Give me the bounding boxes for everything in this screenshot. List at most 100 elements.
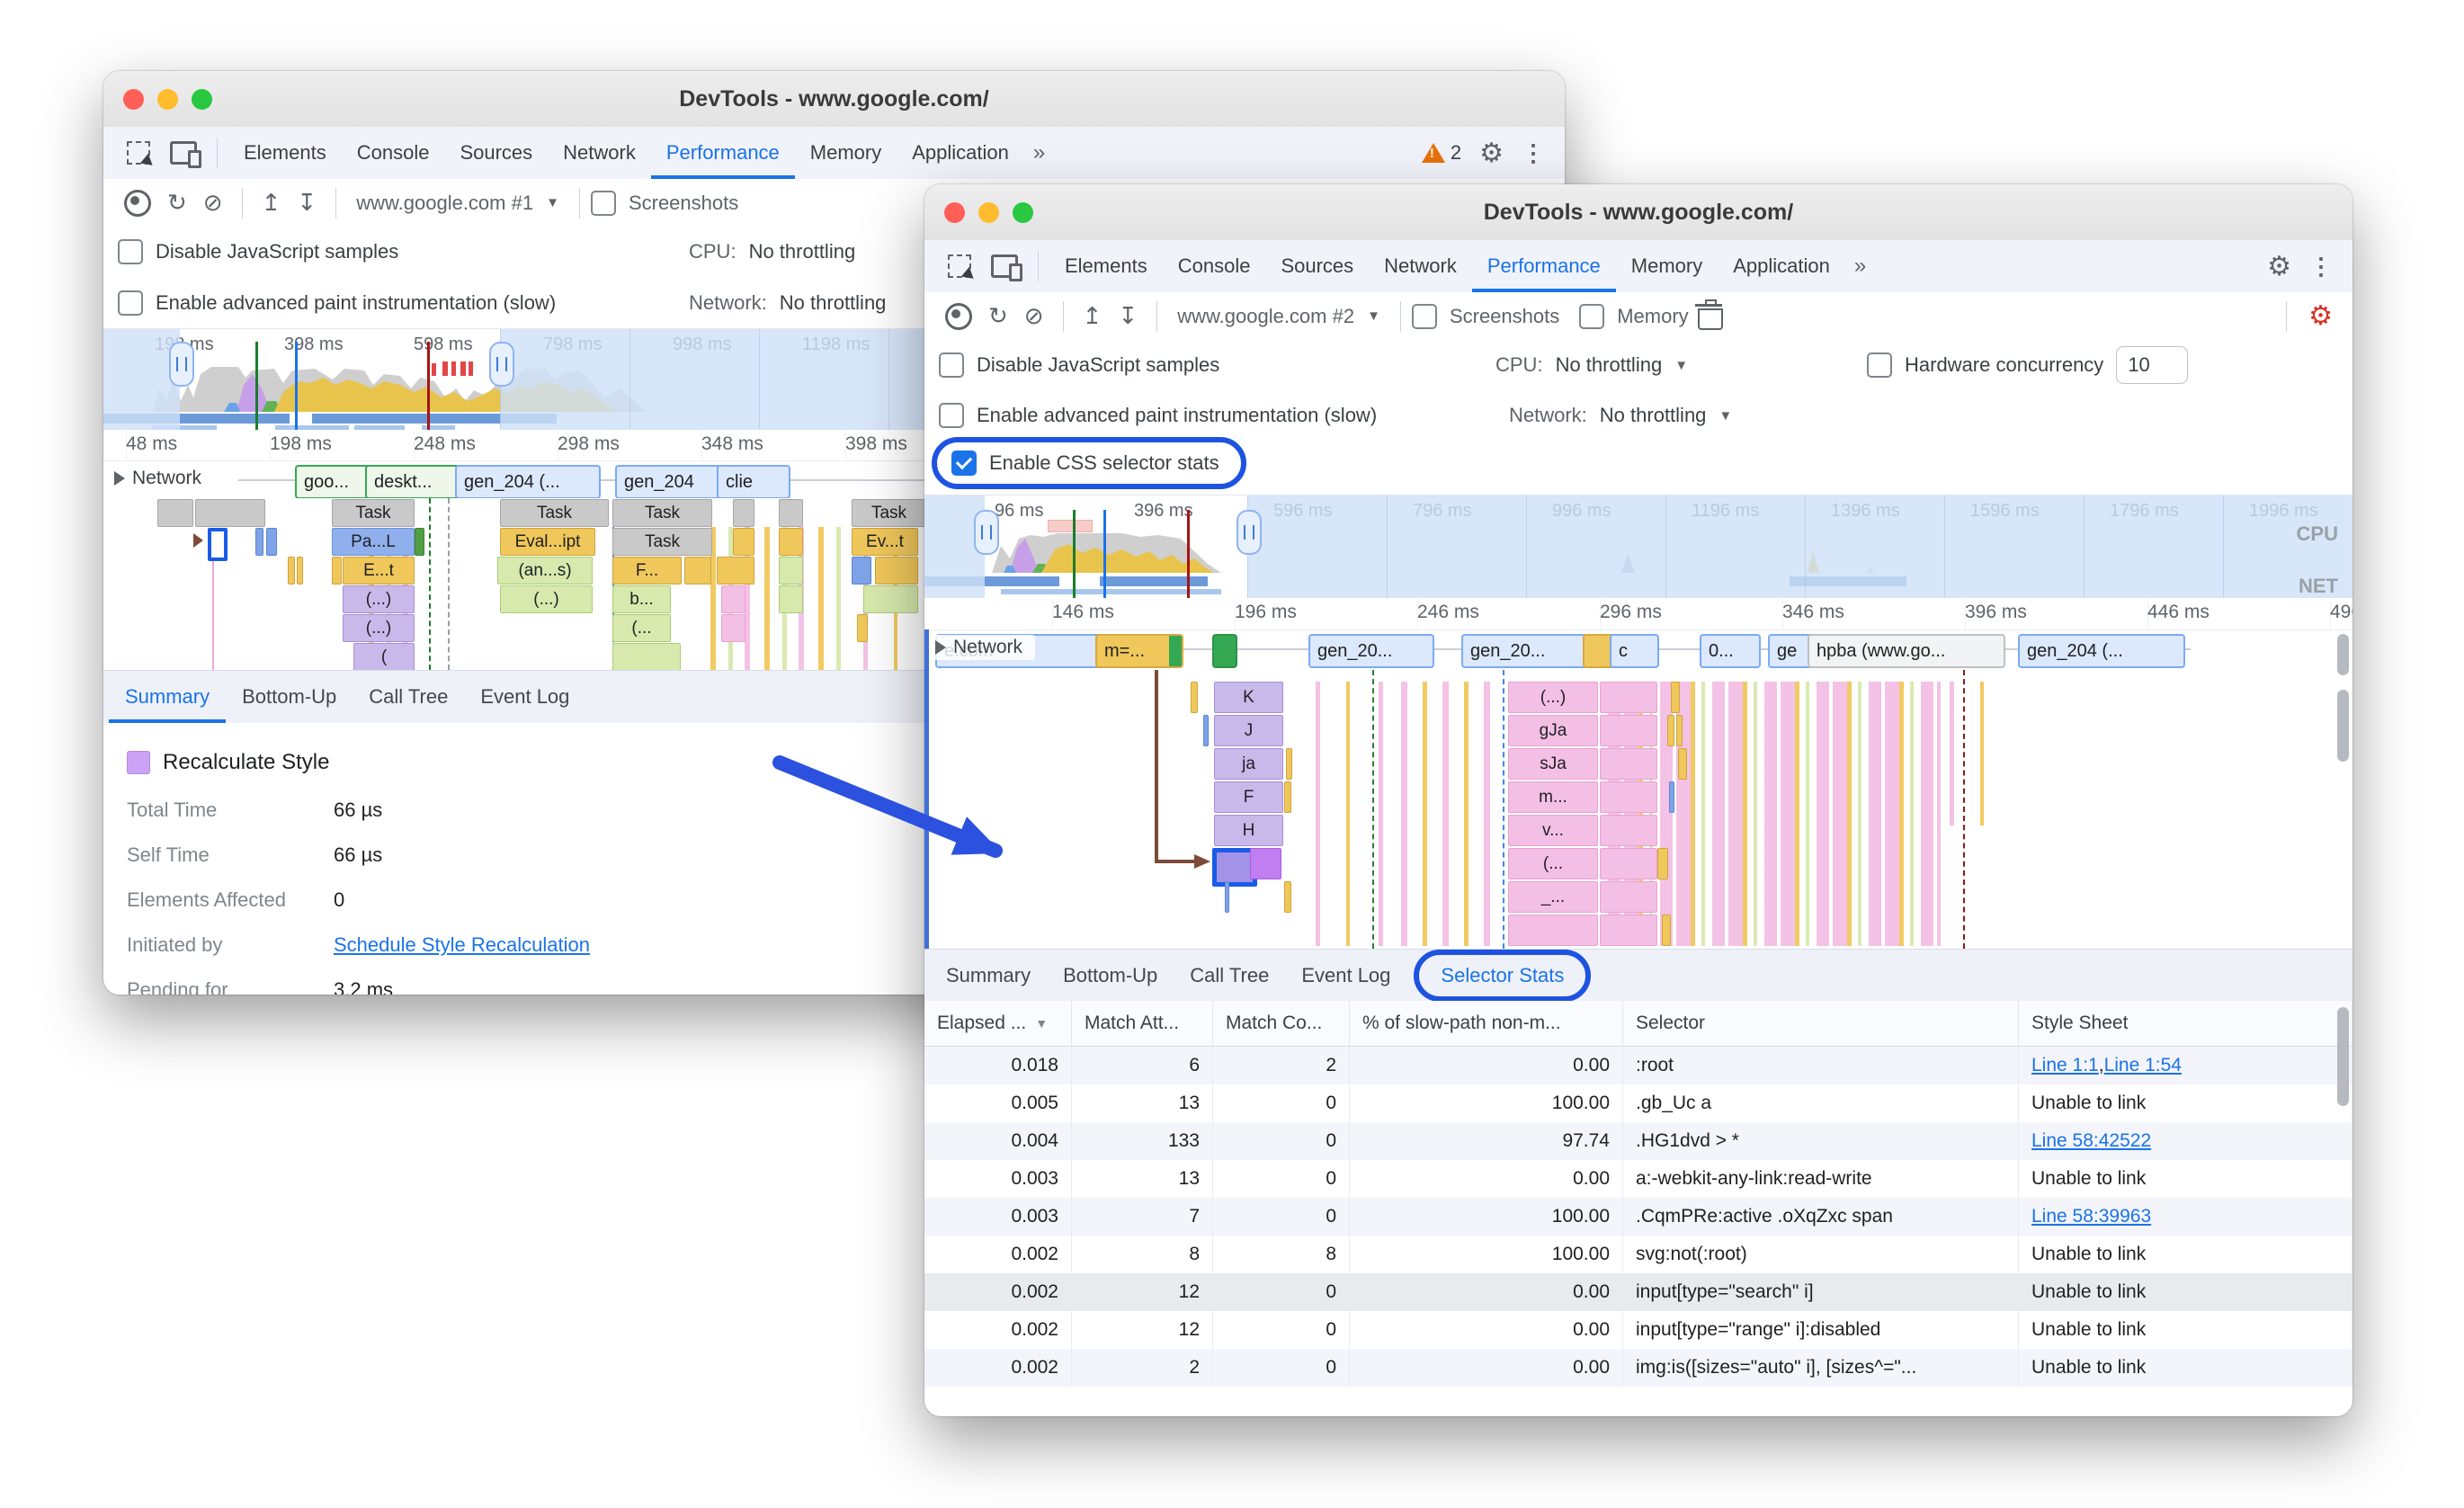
flame-event[interactable]	[1600, 748, 1657, 780]
table-scrollbar-thumb[interactable]	[2337, 1007, 2349, 1106]
column-header-1[interactable]: Elapsed ... ▼	[924, 1001, 1072, 1046]
column-header-4[interactable]: % of slow-path non-m...	[1350, 1001, 1623, 1046]
disable-js-checkbox[interactable]	[939, 352, 964, 378]
disable-js-group[interactable]: Disable JavaScript samples	[939, 352, 1219, 378]
flame-event-task[interactable]: Task	[500, 499, 609, 527]
flame-event[interactable]	[1657, 848, 1668, 879]
network-request-chip[interactable]: gen_204	[615, 465, 721, 499]
flame-event-evalipt[interactable]: Eval...ipt	[500, 528, 595, 556]
memory-checkbox-group[interactable]: Memory	[1579, 303, 1689, 329]
stylesheet-link[interactable]: Line 58:42522	[2031, 1130, 2151, 1152]
flame-event-evt[interactable]: Ev...t	[852, 528, 918, 556]
paint-instrumentation-group[interactable]: Enable advanced paint instrumentation (s…	[118, 290, 556, 316]
paint-instrumentation-checkbox[interactable]	[939, 403, 964, 428]
flame-event[interactable]	[684, 557, 711, 584]
network-request-chip[interactable]: gen_20...	[1461, 634, 1587, 668]
flame-event[interactable]	[1669, 781, 1674, 813]
network-throttle-select[interactable]: Network: No throttling ▼	[1509, 404, 1732, 427]
flame-event[interactable]	[852, 557, 871, 584]
device-toolbar-icon[interactable]	[168, 138, 201, 168]
more-tabs-icon[interactable]: »	[1845, 254, 1873, 279]
inspect-icon[interactable]	[944, 251, 975, 281]
hardware-concurrency-checkbox[interactable]	[1867, 352, 1892, 378]
issues-badge[interactable]: 2	[1415, 141, 1469, 165]
flame-event-pal[interactable]: Pa...L	[332, 528, 415, 556]
flame-event-sja[interactable]: sJa	[1508, 748, 1598, 780]
flame-event[interactable]	[332, 557, 342, 584]
flame-event-f[interactable]: F...	[612, 557, 682, 584]
tab-performance[interactable]: Performance	[1472, 240, 1616, 292]
flame-event[interactable]	[1662, 915, 1671, 946]
flame-event[interactable]	[733, 528, 754, 556]
network-request-chip[interactable]: gen_204 (...	[455, 465, 601, 499]
bottom-tab-summary[interactable]: Summary	[109, 671, 226, 723]
flame-event[interactable]	[255, 528, 263, 556]
bottom-tab-bottom-up[interactable]: Bottom-Up	[1047, 950, 1174, 1002]
flame-event-b[interactable]: b...	[612, 585, 671, 613]
tab-console[interactable]: Console	[1163, 240, 1266, 292]
flame-event[interactable]	[1600, 715, 1657, 746]
collect-garbage-icon[interactable]	[1694, 299, 1723, 330]
flame-event[interactable]	[157, 499, 193, 527]
table-row[interactable]: 0.002 12 0 0.00 input[type="range" i]:disabl…	[924, 1311, 2352, 1349]
network-track-label[interactable]: Network	[932, 635, 1036, 660]
network-request-chip[interactable]: c	[1610, 634, 1659, 668]
screenshots-checkbox[interactable]	[1411, 303, 1437, 329]
flame-event[interactable]	[875, 557, 918, 584]
stylesheet-link[interactable]: Line 58:39963	[2031, 1206, 2151, 1227]
table-row[interactable]: 0.002 8 8 100.00 svg:not(:root) Unable to lin…	[924, 1236, 2352, 1273]
flame-event-task[interactable]: Task	[612, 499, 712, 527]
device-toolbar-icon[interactable]	[989, 251, 1022, 281]
download-profile-icon[interactable]: ↧	[1118, 302, 1138, 330]
network-request-chip[interactable]: gen_204 (...	[2018, 634, 2185, 668]
network-request-chip[interactable]: gen_20...	[1308, 634, 1434, 668]
clear-button[interactable]: ⊘	[1024, 302, 1044, 330]
table-row[interactable]: 0.005 13 0 100.00 .gb_Uc a Unable to link	[924, 1084, 2352, 1122]
flame-event[interactable]	[857, 614, 868, 642]
bottom-tab-event-log[interactable]: Event Log	[464, 671, 585, 723]
flame-event-ans[interactable]: (an...s)	[497, 557, 593, 584]
table-row[interactable]: 0.002 2 0 0.00 img:is([sizes="auto" i], [siz…	[924, 1349, 2352, 1387]
selection-handle-left[interactable]	[169, 342, 194, 387]
hardware-concurrency-input[interactable]: 10	[2116, 346, 2189, 384]
network-request-chip[interactable]	[1212, 634, 1237, 668]
paint-instrumentation-group[interactable]: Enable advanced paint instrumentation (s…	[939, 403, 1377, 428]
column-header-5[interactable]: Selector	[1623, 1001, 2019, 1046]
selection-handle-left[interactable]	[974, 510, 999, 555]
flame-event-et[interactable]: E...t	[343, 557, 415, 584]
screenshots-checkbox[interactable]	[590, 190, 616, 216]
flame-event[interactable]	[721, 614, 745, 642]
flame-event[interactable]	[1676, 715, 1683, 746]
flame-event[interactable]	[297, 557, 303, 584]
screenshots-checkbox-group[interactable]: Screenshots	[1411, 303, 1559, 329]
flame-event[interactable]	[1600, 881, 1657, 913]
flame-event[interactable]	[288, 557, 295, 584]
settings-gear-icon[interactable]: ⚙	[1472, 138, 1511, 169]
flame-event[interactable]	[415, 528, 424, 556]
bottom-tab-event-log[interactable]: Event Log	[1285, 950, 1406, 1002]
hardware-concurrency-group[interactable]: Hardware concurrency 10	[1867, 346, 2189, 384]
flame-event[interactable]	[1600, 915, 1657, 946]
column-header-3[interactable]: Match Co...	[1213, 1001, 1350, 1046]
flame-event[interactable]	[779, 557, 803, 584]
flame-event[interactable]	[1667, 715, 1674, 746]
flame-event-task[interactable]: Task	[852, 499, 926, 527]
tab-application[interactable]: Application	[1718, 240, 1845, 292]
bottom-tab-selector-stats[interactable]: Selector Stats	[1414, 950, 1592, 1002]
upload-profile-icon[interactable]: ↥	[1083, 302, 1103, 330]
table-row[interactable]: 0.003 7 0 100.00 .CqmPRe:active .oXqZxc span…	[924, 1198, 2352, 1236]
flame-event[interactable]	[721, 585, 745, 613]
flame-event-v[interactable]: v...	[1508, 815, 1598, 846]
flame-event-task[interactable]: Task	[612, 528, 712, 556]
memory-checkbox[interactable]	[1579, 303, 1605, 329]
bottom-tab-call-tree[interactable]: Call Tree	[353, 671, 464, 723]
network-scrollbar-thumb[interactable]	[2337, 634, 2349, 675]
table-row[interactable]: 0.004 133 0 97.74 .HG1dvd > * Line 58:42522	[924, 1122, 2352, 1160]
css-selector-stats-highlight[interactable]: Enable CSS selector stats	[932, 437, 1246, 489]
main-flame-chart[interactable]: K (...) JgJa ja sJa Fm... Hv... (... _...	[924, 670, 2352, 949]
disable-js-group[interactable]: Disable JavaScript samples	[118, 239, 398, 264]
more-tabs-icon[interactable]: »	[1024, 140, 1052, 165]
flame-event-[interactable]: (...)	[343, 614, 415, 642]
flame-event-[interactable]: (	[353, 643, 415, 670]
flame-event-[interactable]: (...)	[1508, 682, 1598, 713]
